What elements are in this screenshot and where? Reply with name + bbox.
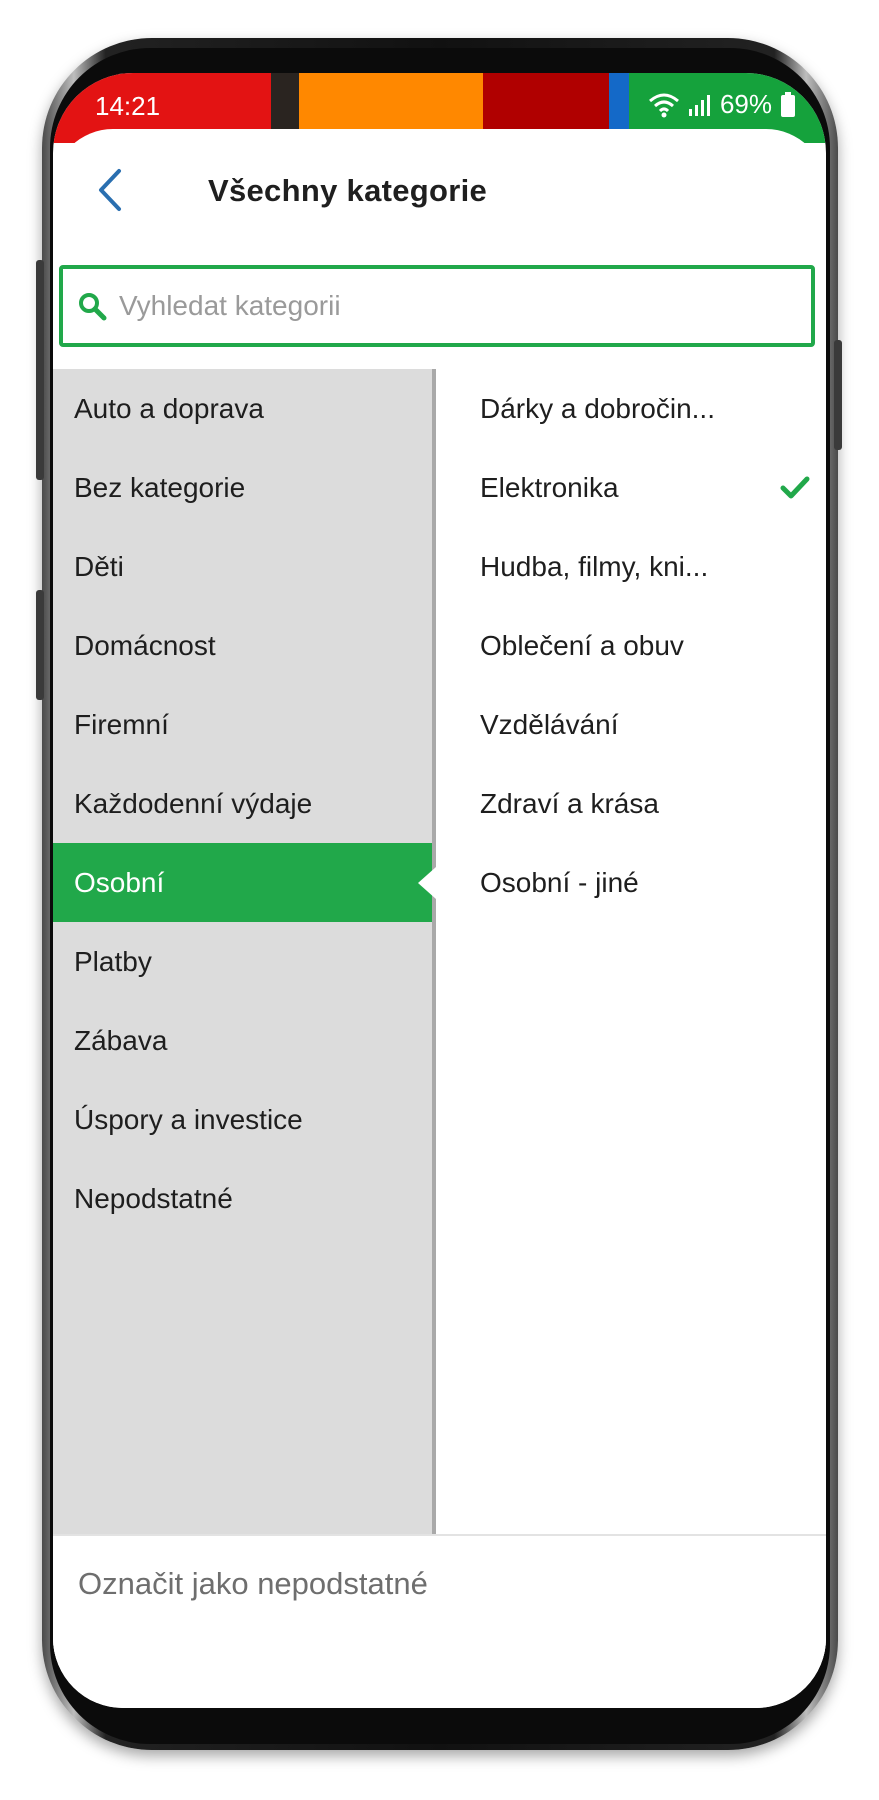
category-item[interactable]: Nepodstatné — [53, 1159, 432, 1238]
power-button — [834, 340, 842, 450]
battery-percent: 69% — [719, 89, 772, 119]
category-item[interactable]: Bez kategorie — [53, 448, 432, 527]
search-input[interactable] — [117, 289, 811, 323]
app-content: Všechny kategorie Auto a doprava Bez kate… — [53, 129, 826, 1708]
wifi-icon — [648, 93, 679, 117]
category-label: Bez kategorie — [74, 471, 246, 503]
volume-down-button — [36, 590, 44, 700]
category-label: Auto a doprava — [74, 392, 264, 424]
category-item[interactable]: Osobní — [53, 843, 436, 922]
phone-screen: 14:21 69% Všechny kategorie Vyhledat kat… — [53, 73, 826, 1708]
subcategory-item[interactable]: Oblečení a obuv — [436, 606, 826, 685]
category-item[interactable]: Platby — [53, 922, 432, 1001]
subcategory-item[interactable]: Zdraví a krása — [436, 764, 826, 843]
category-item[interactable]: Děti — [53, 527, 432, 606]
category-label: Nepodstatné — [74, 1182, 233, 1214]
category-item[interactable]: Auto a doprava — [53, 369, 432, 448]
chevron-left-icon — [99, 169, 121, 211]
category-list: Auto a doprava Bez kategorie Děti Domácnost… — [53, 369, 436, 1534]
subcategory-item[interactable]: Osobní - jiné — [436, 843, 826, 922]
header: Všechny kategorie — [53, 129, 826, 249]
category-label: Osobní — [74, 866, 165, 898]
category-label: Domácnost — [74, 629, 216, 661]
category-item[interactable]: Úspory a investice — [53, 1080, 432, 1159]
subcategory-item[interactable]: Vzdělávání — [436, 685, 826, 764]
footer: Označit jako nepodstatné — [53, 1534, 826, 1656]
subcategory-label: Dárky a dobročin... — [480, 392, 715, 424]
subcategory-list: Dárky a dobročin... Elektronika Hudba, fil… — [436, 369, 826, 1534]
status-icons: 69% — [648, 89, 796, 120]
category-label: Úspory a investice — [74, 1103, 303, 1135]
battery-icon — [781, 91, 795, 117]
subcategory-item[interactable]: Elektronika — [436, 448, 826, 527]
category-label: Děti — [74, 550, 124, 582]
category-label: Platby — [74, 945, 152, 977]
subcategory-label: Zdraví a krása — [480, 787, 659, 819]
category-item[interactable]: Domácnost — [53, 606, 432, 685]
subcategory-label: Vzdělávání — [480, 708, 619, 740]
subcategory-item[interactable]: Dárky a dobročin... — [436, 369, 826, 448]
search-icon — [79, 293, 107, 321]
volume-up-button — [36, 260, 44, 480]
checkmark-icon — [780, 476, 810, 498]
page-title: Všechny kategorie — [208, 173, 488, 208]
category-item[interactable]: Firemní — [53, 685, 432, 764]
status-time: 14:21 — [95, 91, 161, 121]
search-box[interactable] — [59, 265, 815, 347]
category-label: Zábava — [74, 1024, 168, 1056]
subcategory-label: Elektronika — [480, 471, 619, 503]
subcategory-label: Oblečení a obuv — [480, 629, 684, 661]
subcategory-item[interactable]: Hudba, filmy, kni... — [436, 527, 826, 606]
signal-icon — [688, 94, 710, 116]
category-label: Každodenní výdaje — [74, 787, 313, 819]
category-item[interactable]: Každodenní výdaje — [53, 764, 432, 843]
mark-nonessential-button[interactable]: Označit jako nepodstatné — [78, 1566, 428, 1602]
subcategory-label: Hudba, filmy, kni... — [480, 550, 709, 582]
category-label: Firemní — [74, 708, 169, 740]
category-item[interactable]: Zábava — [53, 1001, 432, 1080]
back-button[interactable] — [93, 167, 129, 213]
subcategory-label: Osobní - jiné — [480, 866, 639, 898]
